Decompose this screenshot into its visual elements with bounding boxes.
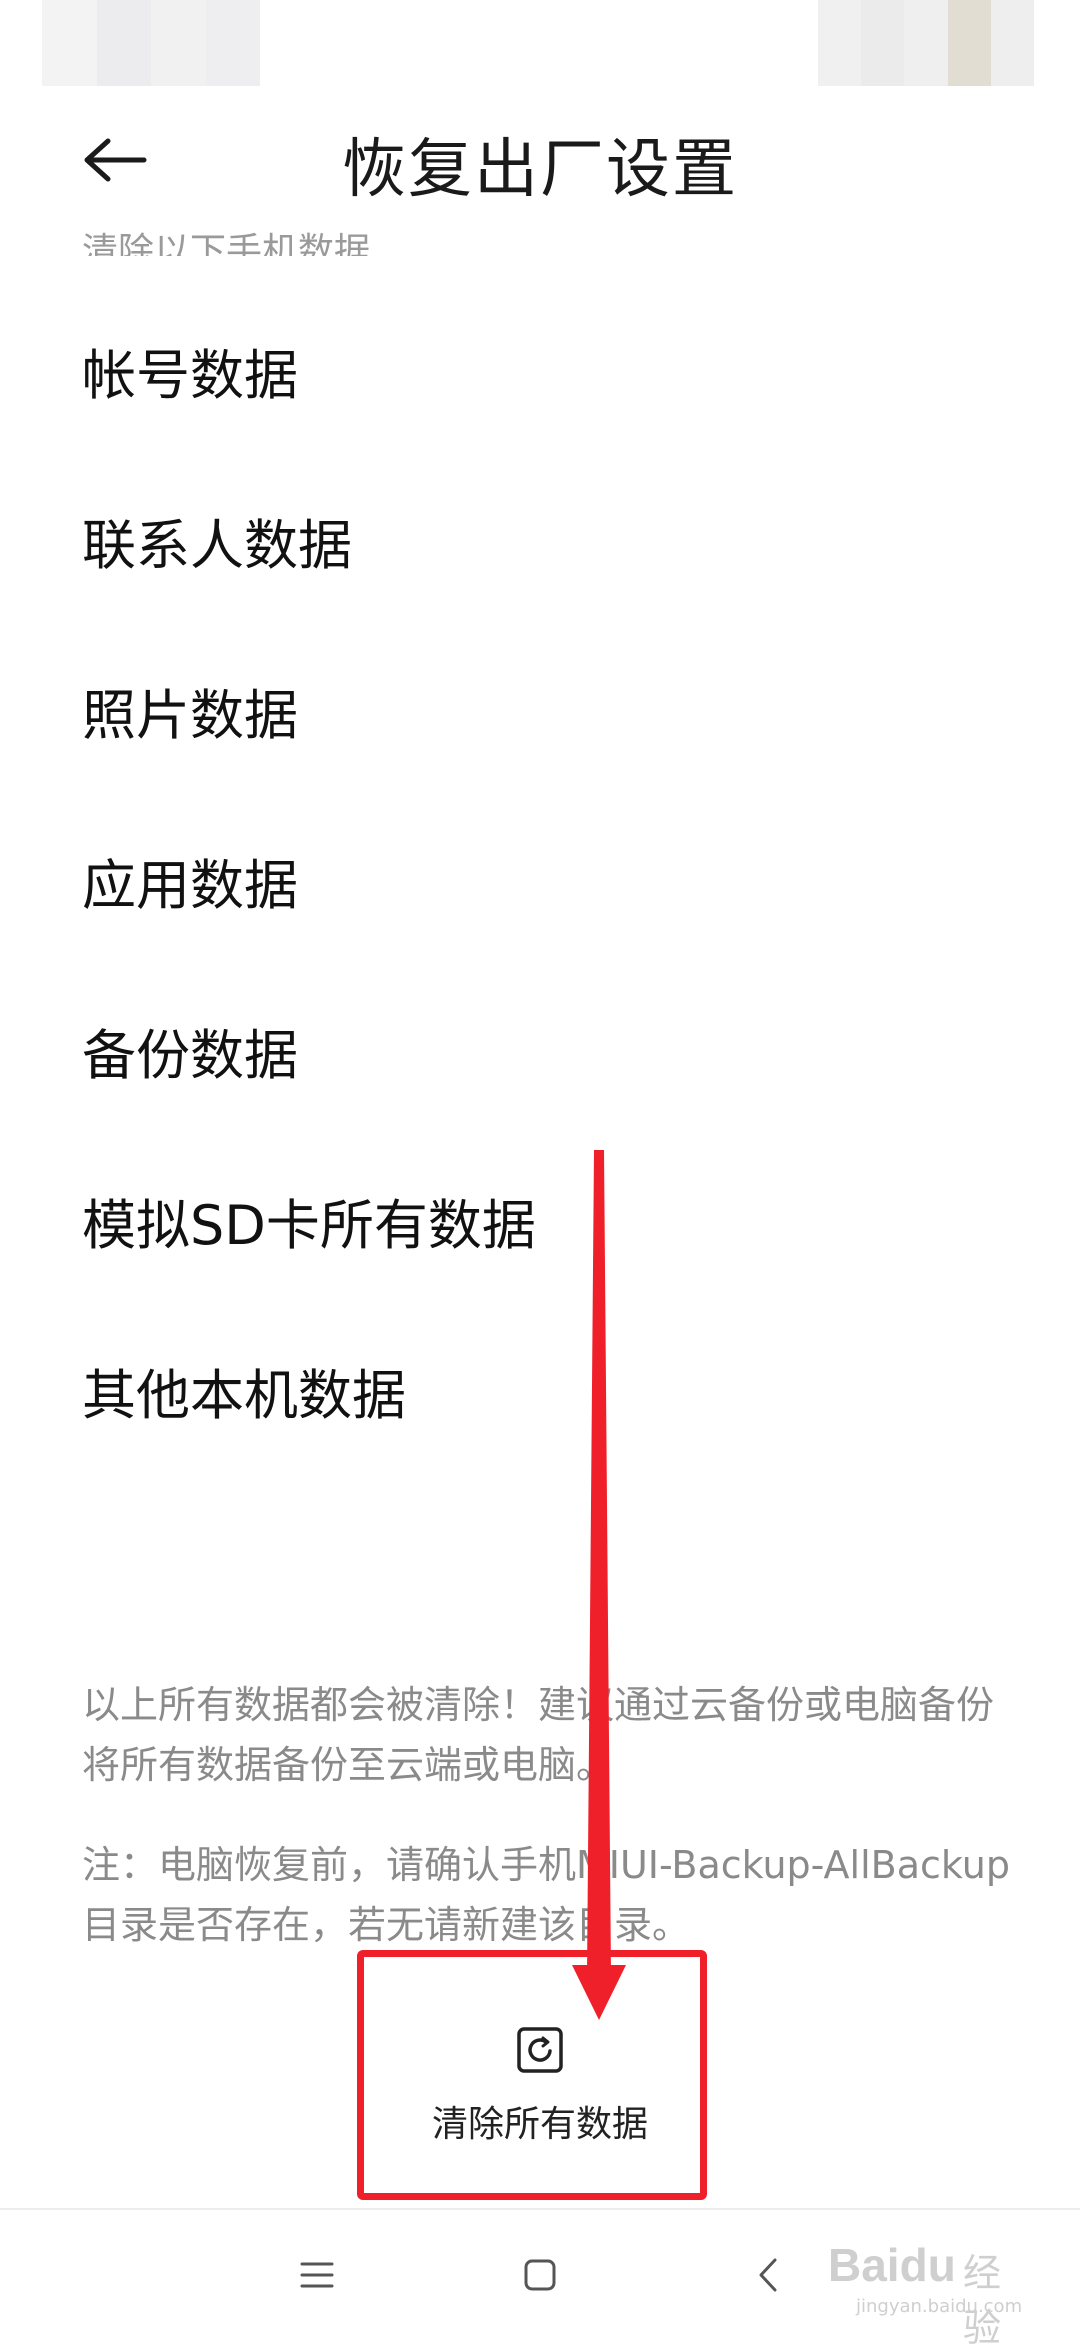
data-list: 帐号数据 联系人数据 照片数据 应用数据 备份数据 模拟SD卡所有数据 其他本机… (0, 285, 1080, 1475)
list-item-account-data: 帐号数据 (82, 343, 298, 407)
list-item-photos-data: 照片数据 (82, 683, 298, 747)
page-title: 恢复出厂设置 (342, 133, 738, 207)
list-item-backup-data: 备份数据 (82, 1023, 298, 1087)
home-button[interactable] (510, 2245, 570, 2305)
backup-note-text: 注：电脑恢复前，请确认手机MIUI-Backup-AllBackup目录是否存在… (82, 1843, 1010, 1947)
baidu-watermark: Baidu 经验 jingyan.baidu.com (828, 2232, 1038, 2350)
status-bar (0, 0, 1080, 86)
section-subtitle: 清除以下手机数据 (82, 231, 371, 256)
menu-icon (300, 2262, 334, 2288)
home-icon (524, 2259, 556, 2291)
status-bar-right-blurred (818, 0, 1035, 86)
watermark-logo: Baidu (828, 2239, 956, 2291)
list-item-sd-card-data: 模拟SD卡所有数据 (82, 1193, 536, 1257)
back-icon (759, 2258, 777, 2292)
annotation-highlight-box (357, 1950, 707, 2200)
system-back-button[interactable] (738, 2245, 798, 2305)
list-item-apps-data: 应用数据 (82, 853, 298, 917)
status-bar-left-blurred (42, 0, 260, 86)
warning-text: 以上所有数据都会被清除！建议通过云备份或电脑备份将所有数据备份至云端或电脑。 (82, 1683, 995, 1787)
recent-apps-button[interactable] (287, 2245, 347, 2305)
title-bar: 恢复出厂设置 (0, 100, 1080, 220)
watermark-url: jingyan.baidu.com (856, 2296, 1023, 2317)
list-item-other-local-data: 其他本机数据 (82, 1363, 406, 1427)
list-item-contacts-data: 联系人数据 (82, 513, 352, 577)
